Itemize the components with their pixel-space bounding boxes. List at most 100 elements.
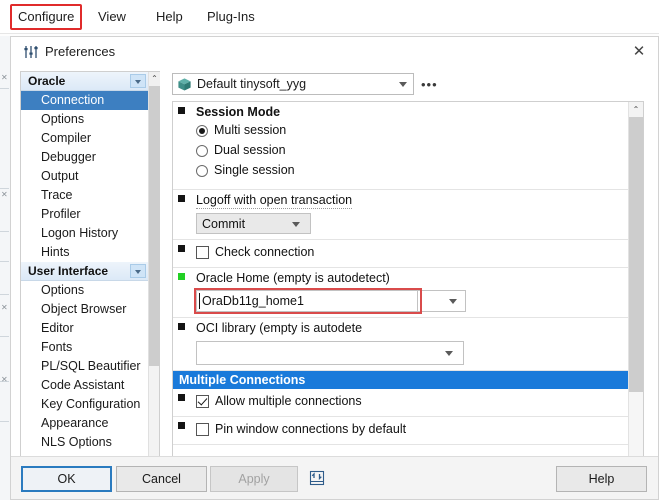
option-marker xyxy=(178,422,185,429)
sidebar-item-trace[interactable]: Trace xyxy=(21,186,149,205)
background-tick xyxy=(0,336,9,337)
option-group-logoff: Logoff with open transaction Commit xyxy=(173,190,628,240)
oci-library-input[interactable] xyxy=(196,341,464,365)
sidebar-item-fonts[interactable]: Fonts xyxy=(21,338,149,357)
sidebar-item-output[interactable]: Output xyxy=(21,167,149,186)
background-tick xyxy=(0,261,9,262)
menu-item-plugins-label: Plug-Ins xyxy=(207,9,255,24)
menu-item-view-label: View xyxy=(98,9,126,24)
dialog-footer: OK Cancel Apply Help xyxy=(11,456,658,499)
sidebar-item-object-browser[interactable]: Object Browser xyxy=(21,300,149,319)
option-row-check-connection: Check connection xyxy=(173,240,628,268)
scroll-up-icon[interactable]: ⌃ xyxy=(629,102,643,117)
logoff-value: Commit xyxy=(202,217,246,231)
menu-item-plugins[interactable]: Plug-Ins xyxy=(201,7,261,27)
sidebar-scrollbar-thumb[interactable] xyxy=(149,86,160,366)
scroll-up-icon[interactable]: ⌃ xyxy=(149,72,160,86)
chevron-down-icon[interactable] xyxy=(130,74,146,88)
sidebar-item-logon-history[interactable]: Logon History xyxy=(21,224,149,243)
close-icon[interactable]: ✕ xyxy=(628,42,650,62)
options-scroll-area: Session Mode Multi session Dual session … xyxy=(172,101,644,491)
logoff-title: Logoff with open transaction xyxy=(196,193,353,209)
sidebar-item-profiler[interactable]: Profiler xyxy=(21,205,149,224)
preferences-main-panel: Default tinysoft_yyg ••• Session Mode Mu… xyxy=(169,71,649,495)
menu-item-view[interactable]: View xyxy=(92,7,132,27)
sidebar-item-connection[interactable]: Connection xyxy=(21,91,149,110)
chevron-down-icon xyxy=(449,299,457,304)
menu-bar: Configure View Help Plug-Ins xyxy=(0,0,659,34)
checkbox-pin-window-connections[interactable] xyxy=(196,423,209,436)
sidebar-item-compiler[interactable]: Compiler xyxy=(21,129,149,148)
checkbox-pin-window-connections-label: Pin window connections by default xyxy=(215,422,407,436)
option-group-oracle-home: Oracle Home (empty is autodetect) OraDb1… xyxy=(173,268,628,318)
app-root: Configure View Help Plug-Ins ✕ ✕ ✕ ✕ Pre… xyxy=(0,0,659,500)
options-scrollbar-thumb[interactable] xyxy=(629,117,643,392)
chevron-down-icon xyxy=(292,222,300,227)
options-scrollbar[interactable]: ⌃ ⌄ xyxy=(628,102,643,490)
background-close-icon: ✕ xyxy=(1,73,8,82)
sidebar-scrollbar[interactable]: ⌃ ⌄ xyxy=(148,72,160,494)
help-button[interactable]: Help xyxy=(556,466,647,492)
option-marker xyxy=(178,394,185,401)
section-header-multiple-connections: Multiple Connections xyxy=(173,371,628,389)
checkbox-check-connection-label: Check connection xyxy=(215,245,315,259)
option-row-pin-window-connections: Pin window connections by default xyxy=(173,417,628,445)
sidebar-group-oracle[interactable]: Oracle xyxy=(21,72,149,91)
option-marker xyxy=(178,195,185,202)
oci-library-title: OCI library (empty is autodete xyxy=(196,321,363,335)
checkbox-allow-multiple-connections[interactable] xyxy=(196,395,209,408)
apply-button[interactable]: Apply xyxy=(210,466,298,492)
sidebar-item-plsql-beautifier[interactable]: PL/SQL Beautifier xyxy=(21,357,149,376)
oracle-home-title: Oracle Home (empty is autodetect) xyxy=(196,271,390,285)
profile-value: Default tinysoft_yyg xyxy=(197,77,307,91)
chevron-down-icon[interactable] xyxy=(399,82,407,87)
chevron-down-icon xyxy=(445,351,453,356)
profile-row: Default tinysoft_yyg ••• xyxy=(169,71,649,99)
radio-multi-session-label: Multi session xyxy=(214,123,287,137)
menu-item-help[interactable]: Help xyxy=(150,7,189,27)
preferences-category-tree: Oracle Connection Options Compiler Debug… xyxy=(20,71,160,495)
package-icon xyxy=(178,78,191,91)
preferences-dialog: Preferences ✕ Oracle Connection Options … xyxy=(10,36,659,500)
option-group-session-mode: Session Mode Multi session Dual session … xyxy=(173,102,628,190)
sidebar-item-debugger[interactable]: Debugger xyxy=(21,148,149,167)
radio-dual-session[interactable] xyxy=(196,145,208,157)
option-marker xyxy=(178,107,185,114)
sidebar-item-hints[interactable]: Hints xyxy=(21,243,149,262)
ok-button[interactable]: OK xyxy=(21,466,112,492)
radio-single-session[interactable] xyxy=(196,165,208,177)
option-row-allow-multiple-connections: Allow multiple connections xyxy=(173,389,628,417)
profile-select[interactable]: Default tinysoft_yyg xyxy=(172,73,414,95)
cancel-button[interactable]: Cancel xyxy=(116,466,207,492)
sidebar-item-nls-options[interactable]: NLS Options xyxy=(21,433,149,452)
sidebar-item-options[interactable]: Options xyxy=(21,110,149,129)
radio-dual-session-label: Dual session xyxy=(214,143,286,157)
sidebar-item-appearance[interactable]: Appearance xyxy=(21,414,149,433)
menu-bar-divider xyxy=(0,33,659,34)
background-close-icon: ✕ xyxy=(1,303,8,312)
sidebar-group-oracle-label: Oracle xyxy=(28,74,66,88)
background-tick xyxy=(0,294,9,295)
sidebar-item-ui-options[interactable]: Options xyxy=(21,281,149,300)
import-export-icon[interactable] xyxy=(308,469,326,487)
chevron-down-icon[interactable] xyxy=(130,264,146,278)
dialog-title: Preferences xyxy=(45,44,116,59)
profile-more-button[interactable]: ••• xyxy=(421,77,438,92)
sidebar-item-code-assistant[interactable]: Code Assistant xyxy=(21,376,149,395)
radio-multi-session[interactable] xyxy=(196,125,208,137)
sidebar-item-editor[interactable]: Editor xyxy=(21,319,149,338)
oracle-home-dropdown[interactable] xyxy=(417,290,466,312)
checkbox-check-connection[interactable] xyxy=(196,246,209,259)
sidebar-item-key-configuration[interactable]: Key Configuration xyxy=(21,395,149,414)
menu-item-help-label: Help xyxy=(156,9,183,24)
dialog-title-bar: Preferences ✕ xyxy=(11,37,658,67)
background-close-icon: ✕ xyxy=(1,190,8,199)
background-close-icon: ✕ xyxy=(1,375,8,384)
session-mode-title: Session Mode xyxy=(196,105,281,119)
background-left-strip: ✕ ✕ ✕ ✕ xyxy=(0,36,10,500)
option-marker xyxy=(178,245,185,252)
sidebar-group-user-interface-label: User Interface xyxy=(28,264,109,278)
sidebar-group-user-interface[interactable]: User Interface xyxy=(21,262,149,281)
logoff-select[interactable]: Commit xyxy=(196,213,311,234)
menu-item-configure[interactable]: Configure xyxy=(10,4,83,30)
